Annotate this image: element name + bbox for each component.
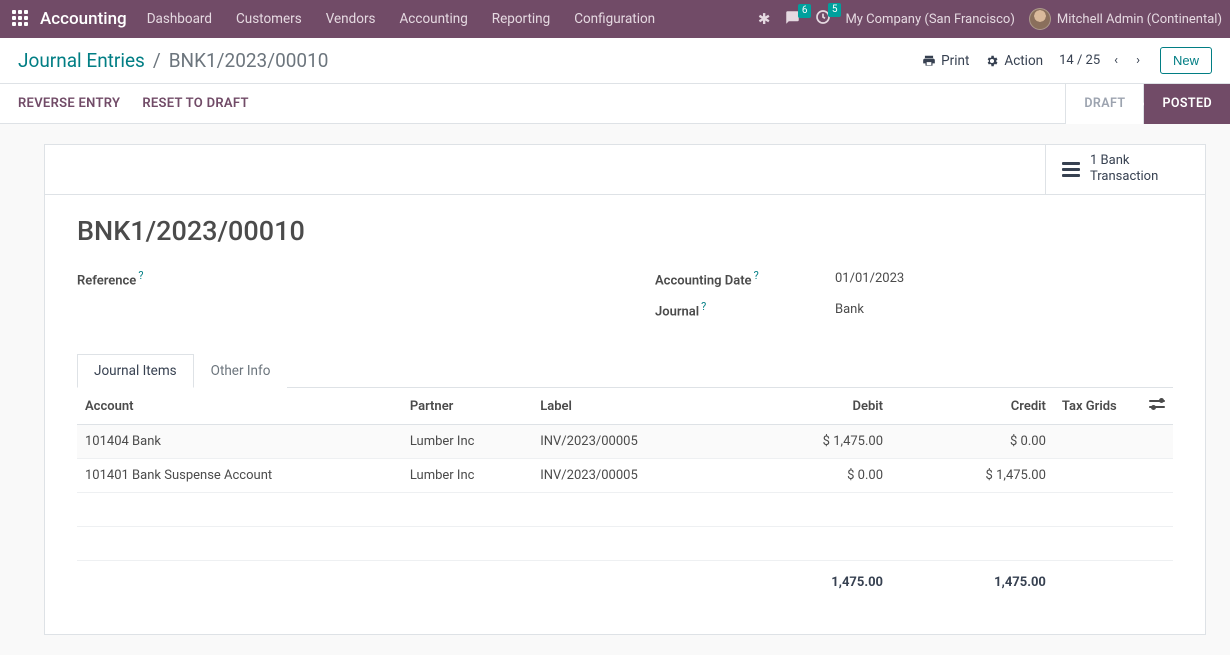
help-icon[interactable]: ? xyxy=(138,269,143,282)
list-icon xyxy=(1062,162,1080,177)
action-button[interactable]: Action xyxy=(985,53,1043,69)
print-icon xyxy=(922,54,936,68)
record-title: BNK1/2023/00010 xyxy=(77,215,1173,247)
pager-prev[interactable]: ‹ xyxy=(1110,49,1122,72)
breadcrumb-current: BNK1/2023/00010 xyxy=(169,49,329,72)
col-credit[interactable]: Credit xyxy=(891,388,1054,425)
col-tax-grids[interactable]: Tax Grids xyxy=(1054,388,1141,425)
breadcrumb-sep: / xyxy=(153,49,161,72)
label-reference: Reference? xyxy=(77,269,257,288)
activities-badge: 5 xyxy=(828,3,842,17)
pager-next[interactable]: › xyxy=(1132,49,1144,72)
gear-icon xyxy=(985,54,999,68)
optional-columns-icon[interactable] xyxy=(1149,399,1165,414)
col-label[interactable]: Label xyxy=(532,388,728,425)
col-account[interactable]: Account xyxy=(77,388,402,425)
top-nav: Accounting Dashboard Customers Vendors A… xyxy=(0,0,1230,38)
menu-customers[interactable]: Customers xyxy=(236,11,302,27)
col-partner[interactable]: Partner xyxy=(402,388,532,425)
help-icon[interactable]: ? xyxy=(754,269,759,282)
tab-other-info[interactable]: Other Info xyxy=(194,354,288,388)
value-accounting-date[interactable]: 01/01/2023 xyxy=(835,271,904,286)
control-bar: Journal Entries / BNK1/2023/00010 Print … xyxy=(0,38,1230,84)
status-posted: POSTED xyxy=(1143,84,1230,124)
total-debit: 1,475.00 xyxy=(728,561,891,605)
new-button[interactable]: New xyxy=(1160,47,1212,74)
table-row[interactable]: 101401 Bank Suspense Account Lumber Inc … xyxy=(77,459,1173,493)
avatar xyxy=(1029,8,1051,30)
main-menu: Dashboard Customers Vendors Accounting R… xyxy=(147,11,655,27)
breadcrumb-root[interactable]: Journal Entries xyxy=(18,49,145,72)
table-blank-row xyxy=(77,527,1173,561)
reset-to-draft-button[interactable]: RESET TO DRAFT xyxy=(142,96,248,111)
pager-counter[interactable]: 14 / 25 xyxy=(1059,53,1100,68)
bug-icon[interactable]: ✱ xyxy=(758,10,771,28)
company-switcher[interactable]: My Company (San Francisco) xyxy=(845,12,1014,27)
action-bar: REVERSE ENTRY RESET TO DRAFT DRAFT POSTE… xyxy=(0,84,1230,124)
col-debit[interactable]: Debit xyxy=(728,388,891,425)
breadcrumb: Journal Entries / BNK1/2023/00010 xyxy=(18,49,328,72)
journal-items-table: Account Partner Label Debit Credit Tax G… xyxy=(77,388,1173,604)
value-journal[interactable]: Bank xyxy=(835,302,864,317)
user-menu[interactable]: Mitchell Admin (Continental) xyxy=(1029,8,1222,30)
bank-transaction-stat[interactable]: 1 Bank Transaction xyxy=(1045,145,1205,194)
tab-journal-items[interactable]: Journal Items xyxy=(77,354,194,388)
help-icon[interactable]: ? xyxy=(701,300,706,313)
messages-icon[interactable]: 6 xyxy=(784,10,801,29)
pager: 14 / 25 ‹ › xyxy=(1059,49,1144,72)
table-blank-row xyxy=(77,493,1173,527)
brand-title[interactable]: Accounting xyxy=(40,9,127,29)
apps-icon[interactable] xyxy=(12,10,30,28)
menu-reporting[interactable]: Reporting xyxy=(492,11,550,27)
table-row[interactable]: 101404 Bank Lumber Inc INV/2023/00005 $ … xyxy=(77,425,1173,459)
label-accounting-date: Accounting Date? xyxy=(655,269,835,288)
activities-icon[interactable]: 5 xyxy=(815,9,831,29)
form-sheet: 1 Bank Transaction BNK1/2023/00010 Refer… xyxy=(44,144,1206,635)
user-name: Mitchell Admin (Continental) xyxy=(1057,12,1222,27)
label-journal: Journal? xyxy=(655,300,835,319)
status-bar: DRAFT POSTED xyxy=(1065,84,1230,124)
status-draft[interactable]: DRAFT xyxy=(1065,84,1143,124)
reverse-entry-button[interactable]: REVERSE ENTRY xyxy=(18,96,120,111)
tabs: Journal Items Other Info xyxy=(77,353,1173,388)
menu-dashboard[interactable]: Dashboard xyxy=(147,11,212,27)
messages-badge: 6 xyxy=(798,4,812,18)
print-button[interactable]: Print xyxy=(922,53,969,69)
menu-accounting[interactable]: Accounting xyxy=(400,11,468,27)
menu-vendors[interactable]: Vendors xyxy=(326,11,376,27)
total-credit: 1,475.00 xyxy=(891,561,1054,605)
menu-configuration[interactable]: Configuration xyxy=(574,11,655,27)
